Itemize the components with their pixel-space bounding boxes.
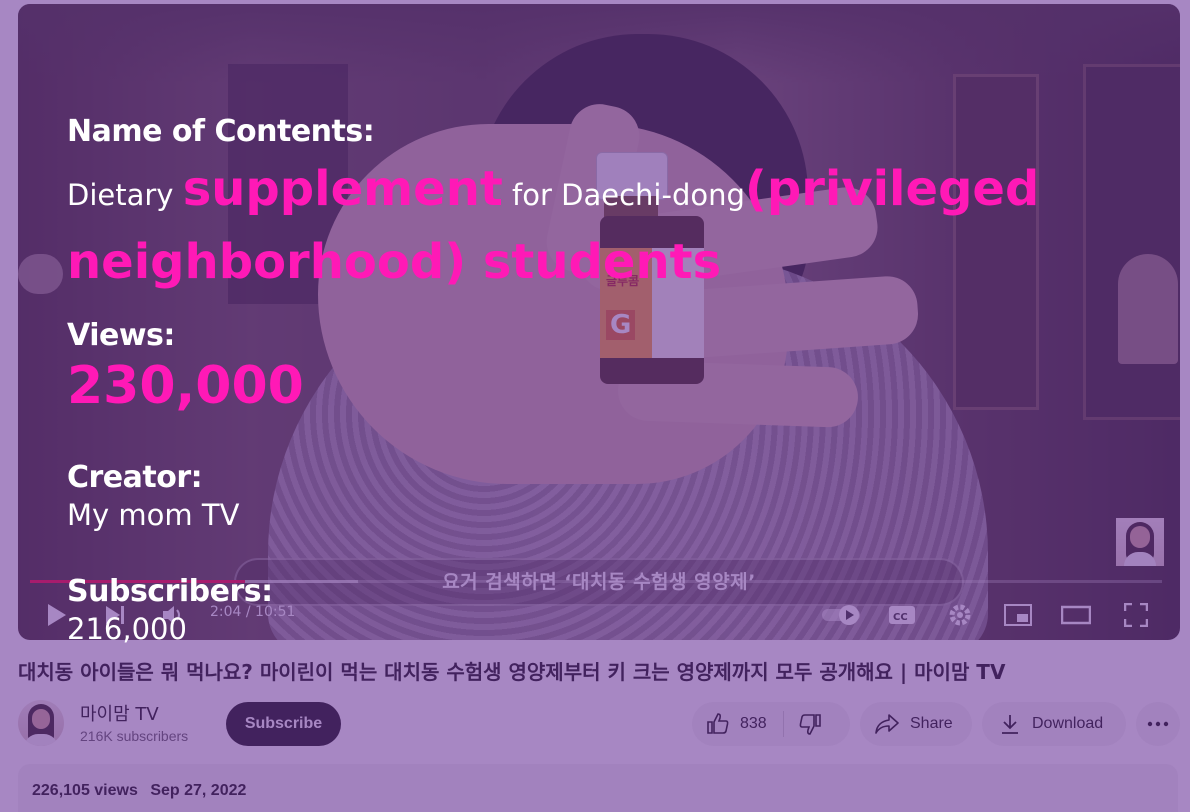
download-label: Download <box>1032 715 1104 732</box>
scene-lamp-left <box>18 254 63 294</box>
theater-button[interactable] <box>1058 598 1094 632</box>
settings-button[interactable] <box>942 598 978 632</box>
bottle-letter: G <box>606 310 636 340</box>
share-button[interactable]: Share <box>860 702 972 746</box>
overlay-title-part2: supplement <box>182 161 503 217</box>
overlay-content-title: Dietary supplement for Daechi-dong(privi… <box>67 158 1157 304</box>
settings-icon <box>949 604 971 626</box>
like-dislike-group: 838 <box>692 702 850 746</box>
avatar-face <box>32 709 50 729</box>
miniplayer-icon <box>1004 604 1032 626</box>
overlay-subscribers-label: Subscribers: <box>67 574 273 609</box>
channel-watermark[interactable] <box>1116 518 1164 566</box>
svg-text:CC: CC <box>893 612 908 623</box>
thumbs-up-icon <box>707 713 729 734</box>
share-icon <box>875 714 899 734</box>
subscribe-button[interactable]: Subscribe <box>226 702 341 746</box>
fullscreen-icon <box>1124 603 1148 627</box>
overlay-views-value: 230,000 <box>67 356 304 416</box>
more-actions-button[interactable] <box>1136 702 1180 746</box>
autoplay-toggle-icon <box>822 605 860 625</box>
captions-button[interactable]: CC <box>884 598 920 632</box>
share-label: Share <box>910 715 953 732</box>
thumbs-down-icon <box>799 714 821 735</box>
view-count: 226,105 views <box>32 782 138 799</box>
download-icon <box>1002 715 1018 734</box>
upload-date: Sep 27, 2022 <box>150 782 247 799</box>
captions-icon: CC <box>889 606 915 624</box>
like-count: 838 <box>740 715 767 732</box>
autoplay-toggle[interactable] <box>818 598 864 632</box>
channel-subscriber-count: 216K subscribers <box>80 728 189 744</box>
video-title: 대치동 아이들은 뭐 먹나요? 마이린이 먹는 대치동 수험생 영양제부터 키 … <box>18 660 1006 684</box>
overlay-title-part3: for Daechi-dong <box>502 178 745 212</box>
channel-avatar[interactable] <box>18 700 64 746</box>
dislike-button[interactable] <box>784 702 836 746</box>
like-button[interactable]: 838 <box>692 702 783 746</box>
miniplayer-button[interactable] <box>1000 598 1036 632</box>
channel-name[interactable]: 마이맘 TV <box>80 700 159 726</box>
play-icon <box>48 604 66 626</box>
more-icon <box>1147 721 1169 727</box>
overlay-creator-value: My mom TV <box>67 498 240 532</box>
video-player[interactable]: 글루콤 G 요거 검색하면 ‘대치동 수험생 영양제’ 2:04 / 10:51… <box>18 4 1180 640</box>
overlay-creator-label: Creator: <box>67 460 203 495</box>
download-button[interactable]: Download <box>982 702 1126 746</box>
theater-icon <box>1061 605 1091 625</box>
video-meta: 226,105 views Sep 27, 2022 <box>32 782 254 800</box>
overlay-title-part1: Dietary <box>67 178 183 212</box>
fullscreen-button[interactable] <box>1118 598 1154 632</box>
overlay-views-label: Views: <box>67 318 175 353</box>
overlay-subscribers-value: 216,000 <box>67 612 187 646</box>
watermark-face <box>1130 526 1150 548</box>
overlay-content-name-label: Name of Contents: <box>67 114 375 149</box>
